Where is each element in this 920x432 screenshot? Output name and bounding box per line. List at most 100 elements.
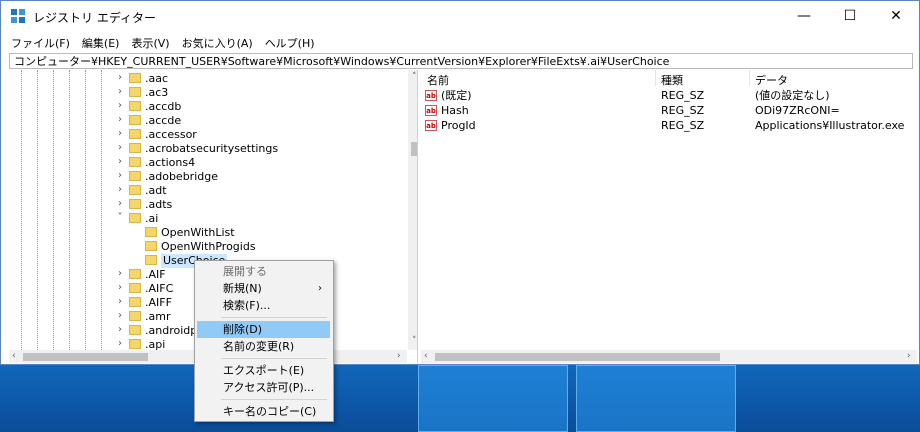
folder-icon	[129, 269, 141, 279]
scroll-up-icon[interactable]: ˄	[412, 72, 417, 82]
tree-item[interactable]: ˅ .ai	[9, 212, 409, 226]
folder-icon	[129, 311, 141, 321]
expand-chevron-icon[interactable]: ›	[115, 72, 125, 83]
menu-help[interactable]: ヘルプ(H)	[259, 35, 321, 53]
title-bar[interactable]: レジストリ エディター — ☐ ✕	[1, 1, 919, 31]
scroll-right-icon[interactable]: ›	[397, 351, 401, 361]
value-type: REG_SZ	[661, 119, 705, 132]
scroll-thumb[interactable]	[411, 142, 417, 156]
context-menu-item[interactable]: エクスポート(E)	[197, 362, 330, 379]
expand-chevron-icon[interactable]: ›	[115, 156, 125, 167]
folder-icon	[129, 171, 141, 181]
column-divider[interactable]	[749, 70, 750, 86]
tree-item-label: .actions4	[145, 156, 196, 169]
tree-item-label: .accdb	[145, 100, 182, 113]
context-menu-label: 削除(D)	[223, 323, 263, 336]
column-header-type[interactable]: 種類	[661, 72, 683, 88]
context-menu-item[interactable]: キー名のコピー(C)	[197, 403, 330, 420]
menu-edit[interactable]: 編集(E)	[76, 35, 126, 53]
folder-icon	[129, 339, 141, 349]
tree-item-label: .aac	[145, 72, 169, 85]
tree-item[interactable]: › .adt	[9, 184, 409, 198]
tree-item[interactable]: › .accde	[9, 114, 409, 128]
tree-item-label: .accessor	[145, 128, 197, 141]
tree-item[interactable]: › .adts	[9, 198, 409, 212]
tree-item-label: .adts	[145, 198, 173, 211]
menu-favorites[interactable]: お気に入り(A)	[176, 35, 259, 53]
value-list-pane: 名前 種類 データ ab (既定) REG_SZ (値の設定なし) ab Hash REG_…	[421, 70, 917, 363]
address-bar[interactable]: コンピューター¥HKEY_CURRENT_USER¥Software¥Micro…	[9, 53, 913, 69]
tree-item-label: .ac3	[145, 86, 169, 99]
menu-separator	[221, 358, 327, 359]
tree-item-label: .adobebridge	[145, 170, 218, 183]
scroll-down-icon[interactable]: ˅	[412, 336, 417, 346]
folder-icon	[129, 283, 141, 293]
tree-vertical-scrollbar[interactable]: ˄ ˅	[408, 70, 417, 350]
context-menu-item[interactable]: 名前の変更(R)	[197, 338, 330, 355]
context-menu-label: キー名のコピー(C)	[223, 405, 317, 418]
value-row[interactable]: ab ProgId REG_SZ Applications¥Illustrator.e…	[421, 119, 911, 133]
expand-chevron-icon[interactable]: ›	[115, 198, 125, 209]
tree-item[interactable]: OpenWithList	[9, 226, 409, 240]
list-horizontal-scrollbar[interactable]: ‹ ›	[421, 350, 917, 363]
tree-item[interactable]: › .adobebridge	[9, 170, 409, 184]
expand-chevron-icon[interactable]: ›	[115, 114, 125, 125]
string-value-icon: ab	[425, 105, 437, 116]
context-menu-item[interactable]: 新規(N) ›	[197, 280, 330, 297]
expand-chevron-icon[interactable]: ›	[115, 296, 125, 307]
expand-chevron-icon[interactable]: ›	[115, 86, 125, 97]
expand-chevron-icon[interactable]: ›	[115, 142, 125, 153]
close-button[interactable]: ✕	[873, 1, 919, 31]
folder-icon	[129, 115, 141, 125]
value-row[interactable]: ab Hash REG_SZ ODi97ZRcONI=	[421, 104, 911, 118]
expand-chevron-icon[interactable]: ›	[115, 184, 125, 195]
menu-file[interactable]: ファイル(F)	[1, 35, 76, 53]
column-divider[interactable]	[655, 70, 656, 86]
scroll-thumb[interactable]	[435, 353, 720, 361]
context-menu-label: エクスポート(E)	[223, 364, 305, 377]
value-row[interactable]: ab (既定) REG_SZ (値の設定なし)	[421, 89, 911, 103]
value-data: (値の設定なし)	[755, 89, 830, 102]
folder-icon	[129, 213, 141, 223]
windows-logo-pane	[418, 365, 568, 432]
tree-item[interactable]: › .actions4	[9, 156, 409, 170]
scroll-right-icon[interactable]: ›	[907, 351, 911, 361]
folder-icon	[129, 325, 141, 335]
expand-chevron-icon[interactable]: ›	[115, 310, 125, 321]
tree-item[interactable]: › .accdb	[9, 100, 409, 114]
menu-view[interactable]: 表示(V)	[125, 35, 175, 53]
tree-item[interactable]: › .aac	[9, 72, 409, 86]
column-header-data[interactable]: データ	[755, 72, 788, 88]
context-menu-item[interactable]: 検索(F)...	[197, 297, 330, 314]
scroll-thumb[interactable]	[23, 353, 148, 361]
context-menu-item[interactable]: 削除(D)	[197, 321, 330, 338]
value-data: Applications¥Illustrator.exe	[755, 119, 905, 132]
scroll-left-icon[interactable]: ‹	[424, 351, 428, 361]
tree-item-label: OpenWithList	[161, 226, 235, 239]
expand-chevron-icon[interactable]: ›	[115, 268, 125, 279]
context-menu-label: アクセス許可(P)...	[223, 381, 315, 394]
collapse-chevron-icon[interactable]: ˅	[115, 212, 125, 223]
scroll-left-icon[interactable]: ‹	[12, 351, 16, 361]
expand-chevron-icon[interactable]: ›	[115, 338, 125, 349]
tree-item[interactable]: › .ac3	[9, 86, 409, 100]
expand-chevron-icon[interactable]: ›	[115, 100, 125, 111]
window-title: レジストリ エディター	[33, 11, 156, 25]
value-type: REG_SZ	[661, 89, 705, 102]
value-name: (既定)	[441, 89, 472, 102]
context-menu-label: 検索(F)...	[223, 299, 271, 312]
column-header-name[interactable]: 名前	[427, 72, 449, 88]
minimize-button[interactable]: —	[781, 1, 827, 31]
context-menu-item[interactable]: アクセス許可(P)...	[197, 379, 330, 396]
expand-chevron-icon[interactable]: ›	[115, 128, 125, 139]
tree-item[interactable]: OpenWithProgids	[9, 240, 409, 254]
folder-icon	[129, 297, 141, 307]
tree-item[interactable]: › .accessor	[9, 128, 409, 142]
expand-chevron-icon[interactable]: ›	[115, 282, 125, 293]
folder-icon	[129, 101, 141, 111]
expand-chevron-icon[interactable]: ›	[115, 324, 125, 335]
tree-item[interactable]: › .acrobatsecuritysettings	[9, 142, 409, 156]
maximize-button[interactable]: ☐	[827, 1, 873, 31]
tree-item-label: .ai	[145, 212, 159, 225]
expand-chevron-icon[interactable]: ›	[115, 170, 125, 181]
